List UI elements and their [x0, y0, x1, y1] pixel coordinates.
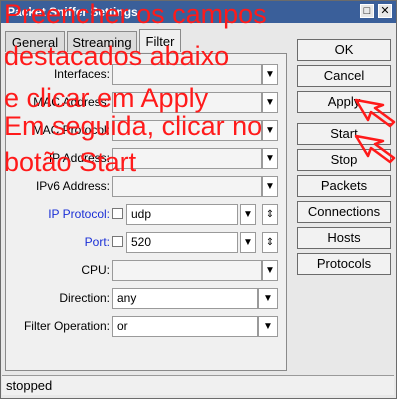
connections-button[interactable]: Connections: [297, 201, 391, 223]
chevron-down-icon[interactable]: ▼: [240, 204, 256, 225]
mac-protocol-input[interactable]: [112, 120, 262, 141]
cancel-button[interactable]: Cancel: [297, 65, 391, 87]
tab-general[interactable]: General: [5, 31, 65, 52]
port-not-checkbox[interactable]: [112, 236, 123, 247]
chevron-down-icon[interactable]: ▼: [262, 120, 278, 141]
mac-address-row: MAC Address: ▼: [6, 92, 288, 114]
mac-address-label: MAC Address:: [33, 95, 110, 109]
mac-address-input[interactable]: [112, 92, 262, 113]
maximize-button[interactable]: □: [360, 4, 374, 18]
ipv6-address-label: IPv6 Address:: [35, 179, 110, 193]
ip-protocol-input[interactable]: udp: [126, 204, 238, 225]
interfaces-input[interactable]: [112, 64, 262, 85]
stop-button[interactable]: Stop: [297, 149, 391, 171]
ipv6-address-row: IPv6 Address: ▼: [6, 176, 288, 198]
direction-label: Direction:: [59, 291, 110, 305]
filter-panel: Interfaces: ▼ MAC Address: ▼ MAC Protoco…: [5, 53, 287, 371]
hosts-button[interactable]: Hosts: [297, 227, 391, 249]
start-button[interactable]: Start: [297, 123, 391, 145]
up-down-arrow-icon[interactable]: ⇕: [262, 232, 278, 253]
cpu-label: CPU:: [81, 263, 110, 277]
ip-protocol-row: IP Protocol: udp ▼ ⇕: [6, 204, 288, 226]
title-bar: Packet Sniffer Settings □ ✕: [1, 1, 396, 23]
mac-protocol-row: MAC Protocol: ▼: [6, 120, 288, 142]
filter-operation-row: Filter Operation: or ▼: [6, 316, 288, 338]
ipv6-address-input[interactable]: [112, 176, 262, 197]
chevron-down-icon[interactable]: ▼: [240, 232, 256, 253]
tab-filter[interactable]: Filter: [139, 29, 181, 52]
close-button[interactable]: ✕: [378, 4, 392, 18]
ok-button[interactable]: OK: [297, 39, 391, 61]
cpu-row: CPU: ▼: [6, 260, 288, 282]
port-row: Port: 520 ▼ ⇕: [6, 232, 288, 254]
filter-operation-select[interactable]: or: [112, 316, 258, 337]
interfaces-label: Interfaces:: [53, 67, 110, 81]
chevron-down-icon[interactable]: ▼: [262, 148, 278, 169]
direction-select[interactable]: any: [112, 288, 258, 309]
chevron-down-icon[interactable]: ▼: [262, 176, 278, 197]
tab-streaming[interactable]: Streaming: [67, 31, 137, 52]
packet-sniffer-window: Packet Sniffer Settings □ ✕ General Stre…: [0, 0, 397, 399]
ip-protocol-not-checkbox[interactable]: [112, 208, 123, 219]
chevron-down-icon[interactable]: ▼: [262, 92, 278, 113]
ip-address-input[interactable]: [112, 148, 262, 169]
chevron-down-icon[interactable]: ▼: [262, 64, 278, 85]
chevron-down-icon[interactable]: ▼: [258, 316, 278, 337]
chevron-down-icon[interactable]: ▼: [262, 260, 278, 281]
filter-operation-label: Filter Operation:: [23, 319, 110, 333]
mac-protocol-label: MAC Protocol:: [32, 123, 110, 137]
interfaces-row: Interfaces: ▼: [6, 64, 288, 86]
apply-button[interactable]: Apply: [297, 91, 391, 113]
port-label: Port:: [84, 235, 110, 249]
port-input[interactable]: 520: [126, 232, 238, 253]
window-title: Packet Sniffer Settings: [7, 5, 138, 19]
protocols-button[interactable]: Protocols: [297, 253, 391, 275]
packets-button[interactable]: Packets: [297, 175, 391, 197]
ip-protocol-label: IP Protocol:: [48, 207, 110, 221]
chevron-down-icon[interactable]: ▼: [258, 288, 278, 309]
direction-row: Direction: any ▼: [6, 288, 288, 310]
ip-address-label: IP Address:: [48, 151, 110, 165]
ip-address-row: IP Address: ▼: [6, 148, 288, 170]
cpu-input[interactable]: [112, 260, 262, 281]
status-bar: stopped: [2, 375, 394, 395]
up-down-arrow-icon[interactable]: ⇕: [262, 204, 278, 225]
